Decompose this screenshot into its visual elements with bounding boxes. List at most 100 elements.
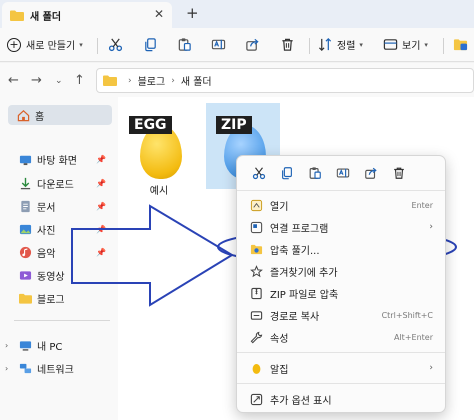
zip-icon (249, 286, 263, 300)
menu-item-alzip[interactable]: 알집 › (243, 357, 439, 379)
menu-item-shortcut: Alt+Enter (393, 332, 433, 342)
close-tab-icon[interactable]: ✕ (154, 7, 164, 21)
copy-icon[interactable] (273, 161, 301, 185)
up-arrow-icon[interactable]: ↑ (74, 73, 85, 88)
menu-item-label: ZIP 파일로 압축 (270, 289, 339, 301)
video-icon (18, 268, 32, 282)
sort-button[interactable]: 정렬 ▾ (318, 37, 363, 52)
cut-button[interactable] (108, 37, 123, 52)
breadcrumb-separator: › (171, 75, 175, 86)
tab-new-folder[interactable]: 새 폴더 ✕ (2, 2, 172, 28)
menu-item-properties[interactable]: 속성 Alt+Enter (243, 326, 439, 348)
menu-item-open[interactable]: 열기 Enter (243, 194, 439, 216)
menu-item-compress-zip[interactable]: ZIP 파일로 압축 (243, 282, 439, 304)
pin-icon[interactable]: 📌 (96, 225, 106, 234)
sidebar-item-this-pc[interactable]: › 내 PC (0, 335, 118, 355)
open-with-icon (249, 220, 263, 234)
chevron-right-icon: › (429, 363, 433, 373)
sidebar-item-videos[interactable]: 동영상 (0, 265, 118, 285)
pin-icon[interactable]: 📌 (96, 179, 106, 188)
trash-icon[interactable] (385, 161, 413, 185)
context-menu: 열기 Enter 연결 프로그램 › 압축 풀기... 즐겨찾기에 추가 ZIP… (236, 155, 446, 413)
menu-item-label: 경로로 복사 (270, 311, 320, 323)
pictures-icon (18, 222, 32, 236)
pin-icon[interactable]: 📌 (96, 202, 106, 211)
document-icon (18, 199, 32, 213)
sidebar-item-documents[interactable]: 문서 📌 (0, 196, 118, 216)
command-bar: + 새로 만들기 ▾ 정렬 ▾ 보기 ▾ (0, 28, 474, 62)
trash-icon (282, 38, 293, 51)
sidebar-item-downloads[interactable]: 다운로드 📌 (0, 173, 118, 193)
file-item-egg[interactable]: EGG 예시 (122, 103, 196, 197)
navigation-pane: 홈 바탕 화면 📌 다운로드 📌 문서 📌 사진 📌 음악 📌 동영상 블로그 … (0, 97, 118, 420)
file-name: 예시 (149, 186, 169, 197)
sort-icon (318, 38, 332, 51)
rename-button[interactable] (211, 37, 226, 52)
share-icon[interactable] (357, 161, 385, 185)
file-type-badge: ZIP (216, 116, 252, 134)
menu-item-show-more-options[interactable]: 추가 옵션 표시 (243, 388, 439, 410)
cut-icon[interactable] (245, 161, 273, 185)
more-options-icon (249, 392, 263, 406)
rename-icon[interactable] (329, 161, 357, 185)
extract-icon (249, 242, 263, 256)
sort-label: 정렬 (337, 41, 356, 52)
paste-icon[interactable] (301, 161, 329, 185)
menu-item-extract[interactable]: 압축 풀기... (243, 238, 439, 260)
back-arrow-icon[interactable]: ← (8, 73, 19, 88)
sidebar-item-label: 내 PC (37, 341, 63, 353)
address-bar[interactable]: › 블로그 › 새 폴더 (96, 68, 474, 93)
sidebar-divider (14, 320, 110, 321)
menu-item-copy-as-path[interactable]: 경로로 복사 Ctrl+Shift+C (243, 304, 439, 326)
share-button[interactable] (245, 37, 260, 52)
menu-divider (237, 190, 445, 191)
file-type-badge: EGG (129, 116, 172, 134)
new-button[interactable]: + 새로 만들기 ▾ (7, 37, 83, 52)
view-icon (383, 39, 398, 50)
breadcrumb-item[interactable]: 새 폴더 (181, 73, 212, 88)
menu-item-shortcut: Enter (411, 200, 433, 210)
new-button-label: 새로 만들기 (26, 41, 76, 52)
more-options-button[interactable] (453, 37, 468, 52)
forward-arrow-icon[interactable]: → (31, 73, 42, 88)
folder-icon (103, 75, 117, 86)
chevron-right-icon: › (429, 222, 433, 232)
sidebar-item-label: 다운로드 (37, 179, 74, 191)
menu-item-label: 알집 (270, 364, 289, 376)
delete-button[interactable] (280, 37, 295, 52)
sidebar-item-pictures[interactable]: 사진 📌 (0, 219, 118, 239)
chevron-down-icon: ▾ (424, 40, 428, 49)
sidebar-item-label: 음악 (37, 248, 56, 260)
copy-icon (145, 38, 156, 52)
compress-folder-icon (453, 39, 468, 51)
sidebar-item-home[interactable]: 홈 (8, 105, 112, 125)
menu-item-label: 추가 옵션 표시 (270, 395, 332, 407)
sidebar-item-blog[interactable]: 블로그 (0, 288, 118, 308)
sidebar-item-label: 네트워크 (37, 364, 74, 376)
sidebar-item-label: 동영상 (37, 271, 65, 283)
sidebar-item-network[interactable]: › 네트워크 (0, 358, 118, 378)
breadcrumb-item[interactable]: 블로그 (138, 73, 166, 88)
divider (443, 38, 444, 54)
copy-button[interactable] (143, 37, 158, 52)
home-icon (16, 108, 30, 122)
view-button[interactable]: 보기 ▾ (383, 37, 428, 52)
rename-icon (211, 39, 226, 50)
context-menu-quick-actions (237, 156, 445, 190)
menu-item-add-to-favorites[interactable]: 즐겨찾기에 추가 (243, 260, 439, 282)
pin-icon[interactable]: 📌 (96, 248, 106, 257)
chevron-right-icon[interactable]: › (5, 341, 8, 350)
recent-locations-icon[interactable]: ⌄ (55, 76, 63, 86)
sidebar-item-label: 바탕 화면 (37, 155, 77, 167)
computer-icon (18, 338, 32, 352)
desktop-icon (18, 152, 32, 166)
chevron-right-icon[interactable]: › (5, 364, 8, 373)
music-icon (18, 245, 32, 259)
divider (97, 38, 98, 54)
paste-button[interactable] (177, 37, 192, 52)
new-tab-button[interactable]: + (186, 4, 199, 22)
sidebar-item-music[interactable]: 음악 📌 (0, 242, 118, 262)
menu-item-open-with[interactable]: 연결 프로그램 › (243, 216, 439, 238)
pin-icon[interactable]: 📌 (96, 155, 106, 164)
sidebar-item-desktop[interactable]: 바탕 화면 📌 (0, 149, 118, 169)
